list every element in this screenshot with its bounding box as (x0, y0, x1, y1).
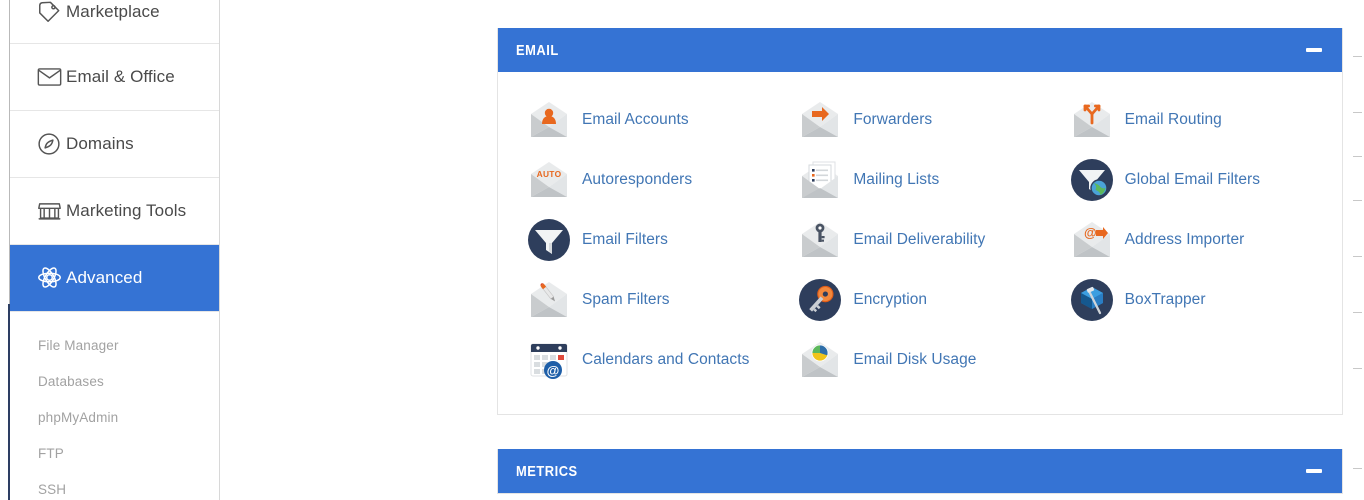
main-content: EMAIL Email Accounts Forwarders Email Routi… (221, 0, 1364, 500)
feature-grid: Email Accounts Forwarders Email Routing AUT… (498, 90, 1342, 390)
section-header[interactable]: EMAIL (498, 28, 1342, 72)
tile-address-importer[interactable]: @ Address Importer (1055, 210, 1326, 270)
tile-label: Autoresponders (582, 171, 693, 188)
minus-icon[interactable] (1306, 469, 1322, 473)
envelope-key-icon (797, 217, 843, 263)
sidebar-item-label: Domains (66, 133, 134, 153)
sidebar-item-email-office[interactable]: Email & Office (10, 43, 219, 110)
tile-label: Email Disk Usage (853, 351, 977, 368)
svg-text:@: @ (547, 363, 560, 378)
sidebar-subitem-databases[interactable]: Databases (38, 374, 104, 389)
tile-label: Encryption (853, 291, 928, 308)
section-title: METRICS (516, 462, 578, 480)
tile-calendars-and-contacts[interactable]: @ Calendars and Contacts (512, 330, 783, 390)
tile-autoresponders[interactable]: AUTO Autoresponders (512, 150, 783, 210)
tile-label: Global Email Filters (1124, 171, 1261, 188)
envelope-fork-icon (1069, 97, 1115, 143)
tile-label: Calendars and Contacts (582, 351, 750, 368)
envelope-icon (32, 67, 66, 87)
tile-boxtrapper[interactable]: BoxTrapper (1055, 270, 1326, 330)
envelope-list-icon (797, 157, 843, 203)
tile-mailing-lists[interactable]: Mailing Lists (783, 150, 1054, 210)
store-icon (32, 200, 66, 222)
minus-icon[interactable] (1306, 48, 1322, 52)
tile-label: BoxTrapper (1124, 291, 1206, 308)
tile-label: Forwarders (853, 111, 933, 128)
right-edge-ruler (1348, 0, 1364, 500)
calendar-at-icon: @ (526, 337, 572, 383)
compass-icon (32, 132, 66, 156)
tile-spam-filters[interactable]: Spam Filters (512, 270, 783, 330)
tile-forwarders[interactable]: Forwarders (783, 90, 1054, 150)
sidebar-subitem-phpmyadmin[interactable]: phpMyAdmin (38, 410, 118, 425)
tag-icon (32, 0, 66, 24)
tile-global-email-filters[interactable]: Global Email Filters (1055, 150, 1326, 210)
sidebar-item-advanced[interactable]: Advanced (10, 244, 219, 311)
tile-encryption[interactable]: Encryption (783, 270, 1054, 330)
sidebar-subitem-ftp[interactable]: FTP (38, 446, 64, 461)
sidebar-item-label: Marketing Tools (66, 200, 187, 220)
atom-icon (32, 265, 66, 290)
svg-text:@: @ (1084, 225, 1097, 240)
tile-label: Spam Filters (582, 291, 670, 308)
tile-email-filters[interactable]: Email Filters (512, 210, 783, 270)
tile-email-disk-usage[interactable]: Email Disk Usage (783, 330, 1054, 390)
sidebar-item-label: Marketplace (66, 1, 160, 21)
envelope-person-icon (526, 97, 572, 143)
section-header[interactable]: METRICS (498, 449, 1342, 493)
funnel-icon (526, 217, 572, 263)
envelope-pie-icon (797, 337, 843, 383)
sidebar-item-marketplace[interactable]: Marketplace (10, 0, 219, 45)
funnel-globe-icon (1069, 157, 1115, 203)
envelope-pen-icon (526, 277, 572, 323)
sidebar-divider (10, 110, 219, 111)
sidebar-divider (10, 244, 219, 245)
sidebar-item-label: Email & Office (66, 66, 175, 86)
sidebar-subitem-ssh[interactable]: SSH (38, 482, 66, 497)
section-card-metrics: METRICS (497, 449, 1343, 494)
tile-label: Email Filters (582, 231, 668, 248)
sidebar-item-marketing-tools[interactable]: Marketing Tools (10, 177, 219, 244)
envelope-arrow-icon (797, 97, 843, 143)
tile-label: Email Routing (1124, 111, 1222, 128)
cpanel-screen: Marketplace Email & Office Domains Marketin… (0, 0, 1364, 500)
key-circle-icon (797, 277, 843, 323)
tile-label: Email Accounts (582, 111, 689, 128)
sidebar-divider (10, 43, 219, 44)
envelope-at-arrow-icon: @ (1069, 217, 1115, 263)
tile-label: Address Importer (1124, 231, 1245, 248)
tile-label: Email Deliverability (853, 231, 986, 248)
sidebar: Marketplace Email & Office Domains Marketin… (10, 0, 220, 500)
sidebar-subitem-file-manager[interactable]: File Manager (38, 338, 119, 353)
section-card-email: EMAIL Email Accounts Forwarders Email Routi… (497, 28, 1343, 415)
sidebar-divider (10, 177, 219, 178)
tile-email-accounts[interactable]: Email Accounts (512, 90, 783, 150)
sidebar-item-label: Advanced (66, 267, 143, 287)
section-title: EMAIL (516, 41, 559, 59)
box-trap-icon (1069, 277, 1115, 323)
sidebar-divider (10, 311, 219, 312)
svg-text:AUTO: AUTO (537, 169, 562, 179)
sidebar-item-domains[interactable]: Domains (10, 110, 219, 177)
envelope-auto-icon: AUTO (526, 157, 572, 203)
tile-email-deliverability[interactable]: Email Deliverability (783, 210, 1054, 270)
section-body: Email Accounts Forwarders Email Routing AUT… (498, 72, 1342, 414)
tile-email-routing[interactable]: Email Routing (1055, 90, 1326, 150)
tile-label: Mailing Lists (853, 171, 940, 188)
